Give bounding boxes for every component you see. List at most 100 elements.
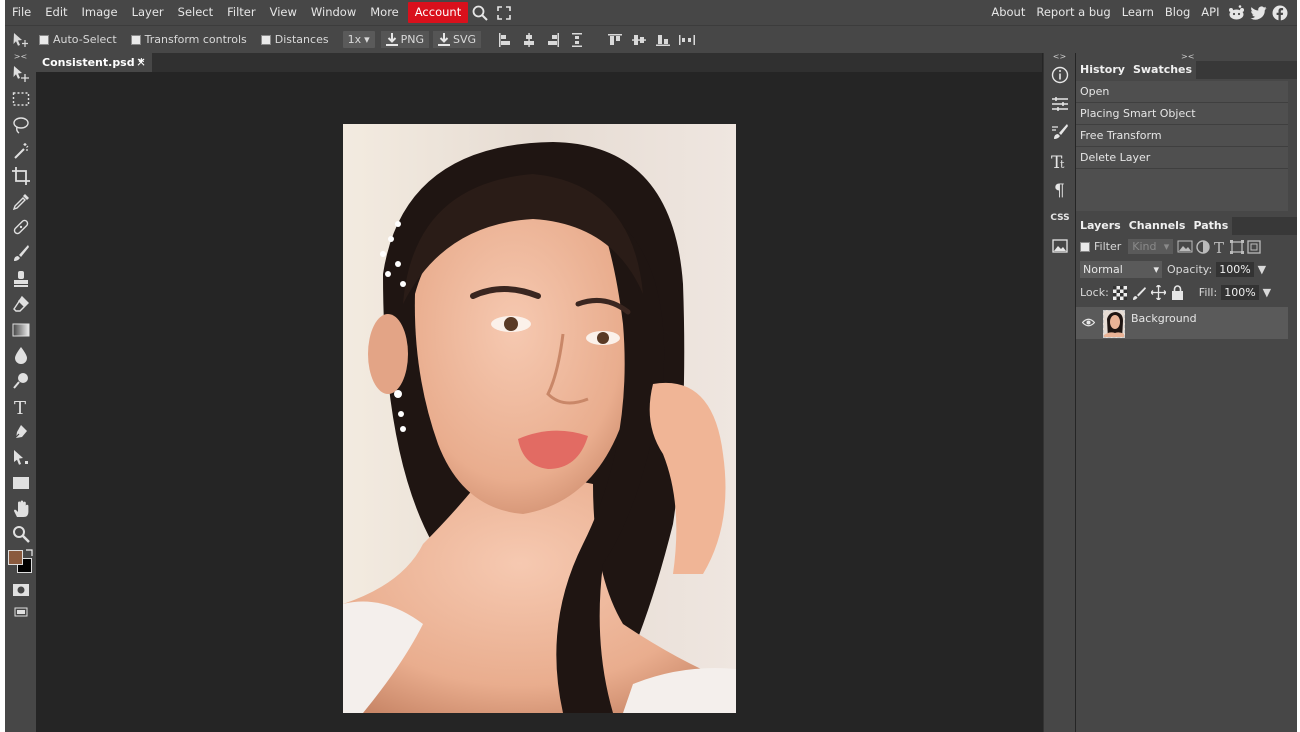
lock-position-icon[interactable]: [1150, 285, 1166, 300]
move-tool-icon[interactable]: [5, 61, 36, 87]
link-learn[interactable]: Learn: [1116, 0, 1159, 25]
healing-brush-tool-icon[interactable]: [5, 215, 36, 241]
history-item[interactable]: Open: [1076, 81, 1288, 103]
color-swatches[interactable]: [5, 547, 36, 577]
brush-settings-icon[interactable]: [1044, 118, 1076, 147]
tab-swatches[interactable]: Swatches: [1128, 61, 1197, 79]
align-middle-icon[interactable]: [627, 30, 651, 50]
history-item[interactable]: Free Transform: [1076, 125, 1288, 147]
lock-transparent-icon[interactable]: [1112, 285, 1127, 300]
screen-mode-icon[interactable]: [5, 603, 36, 621]
filter-checkbox[interactable]: [1080, 241, 1090, 252]
opacity-dropdown-icon[interactable]: ▼: [1258, 263, 1266, 276]
facebook-icon[interactable]: [1269, 0, 1291, 25]
expand-toggle-icon[interactable]: <>: [1044, 53, 1075, 61]
lock-pixels-icon[interactable]: [1132, 286, 1146, 300]
filter-adjustment-icon[interactable]: [1196, 239, 1210, 254]
twitter-icon[interactable]: [1247, 0, 1269, 25]
link-api[interactable]: API: [1196, 0, 1225, 25]
menu-image[interactable]: Image: [75, 0, 125, 25]
menu-layer[interactable]: Layer: [125, 0, 171, 25]
brush-tool-icon[interactable]: [5, 240, 36, 266]
eyedropper-tool-icon[interactable]: [5, 189, 36, 215]
text-tool-icon[interactable]: T: [5, 394, 36, 420]
tab-layers[interactable]: Layers: [1076, 217, 1125, 235]
gradient-tool-icon[interactable]: [5, 317, 36, 343]
zoom-tool-icon[interactable]: [5, 522, 36, 548]
align-bottom-icon[interactable]: [651, 30, 675, 50]
crop-tool-icon[interactable]: [5, 163, 36, 189]
menu-select[interactable]: Select: [171, 0, 220, 25]
link-blog[interactable]: Blog: [1159, 0, 1195, 25]
css-icon[interactable]: CSS: [1044, 204, 1076, 233]
menu-file[interactable]: File: [5, 0, 38, 25]
adjustments-icon[interactable]: [1044, 90, 1076, 119]
align-left-icon[interactable]: [493, 30, 517, 50]
foreground-color[interactable]: [8, 550, 23, 566]
export-svg-button[interactable]: SVG: [433, 31, 482, 48]
menu-view[interactable]: View: [263, 0, 304, 25]
search-icon[interactable]: [468, 0, 492, 25]
account-button[interactable]: Account: [407, 2, 469, 23]
align-top-icon[interactable]: [603, 30, 627, 50]
distribute-horizontal-icon[interactable]: [565, 30, 589, 50]
marquee-tool-icon[interactable]: [5, 87, 36, 113]
blur-tool-icon[interactable]: [5, 343, 36, 369]
character-icon[interactable]: Tt: [1044, 147, 1076, 176]
filter-smart-object-icon[interactable]: [1247, 239, 1261, 254]
opacity-input[interactable]: 100%: [1216, 262, 1254, 277]
rectangle-tool-icon[interactable]: [5, 471, 36, 497]
history-item[interactable]: Placing Smart Object: [1076, 103, 1288, 125]
lasso-tool-icon[interactable]: [5, 112, 36, 138]
menu-filter[interactable]: Filter: [220, 0, 262, 25]
quick-mask-icon[interactable]: [5, 577, 36, 603]
history-item[interactable]: Delete Layer: [1076, 147, 1288, 169]
link-report-bug[interactable]: Report a bug: [1031, 0, 1116, 25]
menu-more[interactable]: More: [363, 0, 406, 25]
filter-shape-icon[interactable]: [1230, 239, 1245, 254]
collapse-right-toggle-icon[interactable]: ><: [1076, 53, 1297, 61]
lock-all-icon[interactable]: [1171, 285, 1184, 300]
export-png-button[interactable]: PNG: [380, 31, 430, 48]
reddit-icon[interactable]: [1225, 0, 1247, 25]
tab-channels[interactable]: Channels: [1124, 217, 1190, 235]
align-right-icon[interactable]: [541, 30, 565, 50]
image-icon[interactable]: [1044, 232, 1076, 261]
move-tool-icon[interactable]: [9, 30, 33, 50]
filter-pixel-icon[interactable]: [1177, 240, 1193, 253]
layer-row[interactable]: Background: [1076, 307, 1288, 339]
document-tab[interactable]: Consistent.psd * ×: [36, 53, 152, 72]
eraser-tool-icon[interactable]: [5, 291, 36, 317]
tab-paths[interactable]: Paths: [1189, 217, 1233, 235]
auto-select-checkbox[interactable]: Auto-Select: [39, 33, 117, 46]
align-center-icon[interactable]: [517, 30, 541, 50]
transform-controls-checkbox[interactable]: Transform controls: [130, 33, 247, 46]
magic-wand-tool-icon[interactable]: [5, 138, 36, 164]
eye-icon[interactable]: [1082, 318, 1095, 327]
pen-tool-icon[interactable]: [5, 419, 36, 445]
zoom-dropdown[interactable]: 1x ▾: [342, 31, 375, 48]
link-about[interactable]: About: [986, 0, 1031, 25]
filter-type-icon[interactable]: T: [1213, 240, 1227, 254]
distances-checkbox[interactable]: Distances: [260, 33, 329, 46]
portrait-image[interactable]: [343, 124, 736, 713]
paragraph-icon[interactable]: ¶: [1044, 175, 1076, 204]
fill-dropdown-icon[interactable]: ▼: [1263, 286, 1271, 299]
hand-tool-icon[interactable]: [5, 496, 36, 522]
kind-dropdown[interactable]: Kind ▾: [1128, 239, 1174, 254]
close-tab-icon[interactable]: ×: [136, 53, 146, 72]
swap-colors-icon[interactable]: [25, 549, 34, 557]
path-select-tool-icon[interactable]: [5, 445, 36, 471]
menu-edit[interactable]: Edit: [38, 0, 74, 25]
collapse-toggle-icon[interactable]: ><: [5, 53, 36, 61]
distribute-vertical-icon[interactable]: [675, 30, 699, 50]
dodge-tool-icon[interactable]: [5, 368, 36, 394]
canvas-area[interactable]: [36, 72, 1042, 732]
fill-input[interactable]: 100%: [1221, 285, 1259, 300]
blend-mode-dropdown[interactable]: Normal ▾: [1080, 261, 1162, 278]
info-icon[interactable]: [1044, 61, 1076, 90]
fullscreen-icon[interactable]: [492, 0, 516, 25]
stamp-tool-icon[interactable]: [5, 266, 36, 292]
menu-window[interactable]: Window: [304, 0, 363, 25]
tab-history[interactable]: History: [1076, 61, 1129, 79]
